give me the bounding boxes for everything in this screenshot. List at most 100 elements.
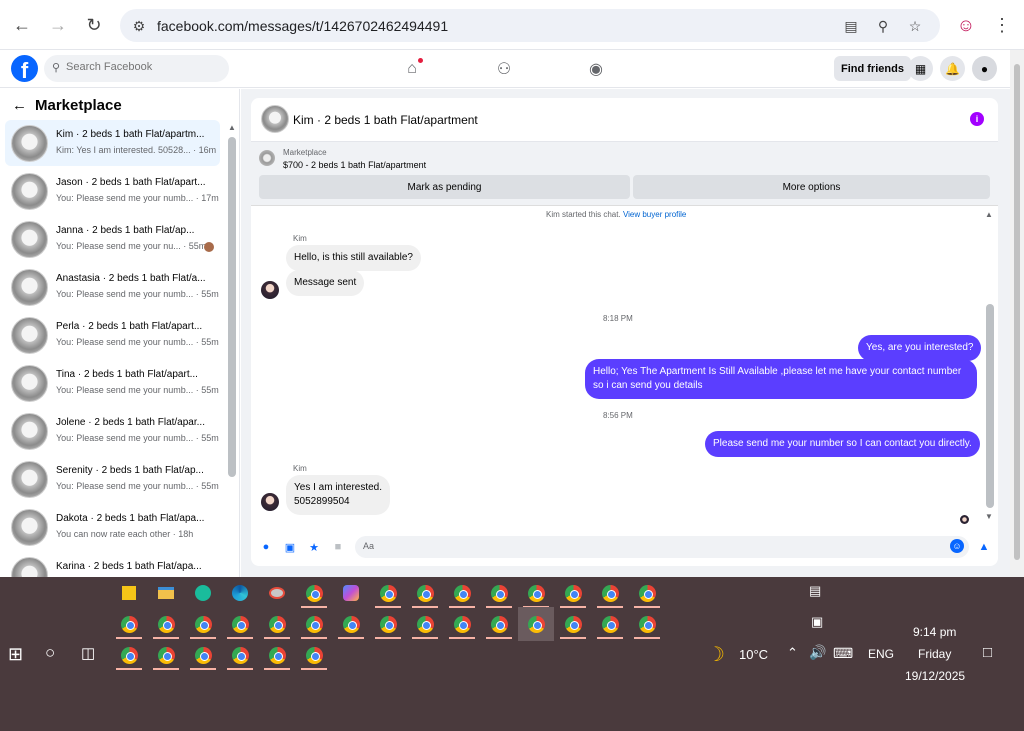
- chrome-icon[interactable]: [374, 579, 402, 608]
- chrome-icon[interactable]: [263, 641, 291, 670]
- chrome-icon[interactable]: [596, 610, 624, 639]
- chrome-icon[interactable]: [226, 641, 254, 670]
- chrome-icon[interactable]: [115, 610, 143, 639]
- friends-icon[interactable]: ⚇: [494, 59, 514, 79]
- search-icon[interactable]: ○: [45, 643, 55, 663]
- chrome-icon[interactable]: [411, 610, 439, 639]
- file-explorer-icon[interactable]: [152, 579, 180, 607]
- menu-grid-icon[interactable]: ▦: [908, 56, 933, 81]
- outgoing-message[interactable]: Please send me your number so I can cont…: [705, 431, 980, 457]
- conversation-item[interactable]: Serenity · 2 beds 1 bath Flat/ap... You:…: [5, 456, 220, 502]
- kim-avatar[interactable]: [261, 281, 279, 299]
- search-box[interactable]: ⚲: [44, 55, 229, 82]
- outgoing-message[interactable]: Hello; Yes The Apartment Is Still Availa…: [585, 359, 977, 399]
- left-scrollbar[interactable]: [228, 137, 236, 477]
- chrome-icon[interactable]: [522, 579, 550, 608]
- clock-date[interactable]: 19/12/2025: [905, 669, 965, 683]
- photo-icon[interactable]: ▣: [282, 539, 298, 555]
- mark-as-pending-button[interactable]: Mark as pending: [259, 175, 630, 199]
- chrome-icon[interactable]: [559, 579, 587, 608]
- emoji-icon[interactable]: ☺: [950, 539, 964, 553]
- message-input[interactable]: Aa ☺: [355, 536, 969, 558]
- zoom-icon[interactable]: ⚲: [874, 17, 892, 35]
- back-arrow-icon[interactable]: ←: [12, 97, 27, 114]
- profile-icon[interactable]: ☺: [954, 13, 978, 37]
- chrome-icon[interactable]: [633, 610, 661, 639]
- listing-price[interactable]: $700 - 2 beds 1 bath Flat/apartment: [283, 160, 426, 170]
- find-friends-button[interactable]: Find friends: [834, 56, 911, 81]
- chrome-icon[interactable]: [263, 610, 291, 639]
- listing-thumbnail[interactable]: [261, 105, 289, 133]
- menu-kebab-icon[interactable]: ⋮: [990, 13, 1014, 37]
- chrome-icon[interactable]: [559, 610, 587, 639]
- chrome-icon[interactable]: [152, 610, 180, 639]
- sticker-icon[interactable]: ★: [306, 539, 322, 555]
- language-indicator[interactable]: ENG: [868, 647, 894, 661]
- more-options-button[interactable]: More options: [633, 175, 990, 199]
- thumbs-up-icon[interactable]: ▲: [976, 539, 992, 555]
- facebook-logo[interactable]: f: [11, 55, 38, 82]
- forward-icon[interactable]: →: [46, 13, 70, 37]
- chrome-icon[interactable]: [189, 610, 217, 639]
- search-input[interactable]: [66, 61, 216, 73]
- scroll-down-arrow-icon[interactable]: ▼: [985, 512, 993, 521]
- conversation-item[interactable]: Perla · 2 beds 1 bath Flat/apart... You:…: [5, 312, 220, 358]
- volume-icon[interactable]: 🔊: [809, 644, 826, 661]
- gif-icon[interactable]: ■: [330, 539, 346, 555]
- chrome-icon[interactable]: [115, 641, 143, 670]
- chrome-icon[interactable]: [485, 579, 513, 608]
- keyboard-icon[interactable]: ⌨: [833, 645, 853, 662]
- qq-icon[interactable]: [189, 579, 217, 607]
- page-scroll-thumb[interactable]: [1014, 64, 1020, 560]
- chrome-icon-active[interactable]: [518, 607, 554, 641]
- incoming-message[interactable]: Message sent: [286, 270, 365, 296]
- bookmark-star-icon[interactable]: ☆: [906, 17, 924, 35]
- conversation-item[interactable]: Janna · 2 beds 1 bath Flat/ap... You: Pl…: [5, 216, 220, 262]
- account-avatar[interactable]: ●: [972, 56, 997, 81]
- chat-scrollbar[interactable]: [986, 304, 994, 508]
- chrome-icon[interactable]: [300, 641, 328, 670]
- notifications-bell-icon[interactable]: 🔔: [940, 56, 965, 81]
- chrome-icon[interactable]: [411, 579, 439, 608]
- chrome-icon[interactable]: [337, 610, 365, 639]
- chrome-icon[interactable]: [300, 579, 328, 608]
- chevron-up-icon[interactable]: ⌃: [787, 645, 798, 661]
- kim-avatar[interactable]: [261, 493, 279, 511]
- chrome-icon[interactable]: [448, 610, 476, 639]
- paint-icon[interactable]: [263, 579, 291, 607]
- chrome-icon[interactable]: [152, 641, 180, 670]
- site-settings-icon[interactable]: ⚙: [130, 17, 148, 35]
- task-view-icon[interactable]: ◫: [81, 644, 95, 662]
- scroll-up-arrow-icon[interactable]: ▲: [228, 123, 236, 132]
- view-buyer-profile-link[interactable]: View buyer profile: [623, 210, 686, 219]
- clock-time[interactable]: 9:14 pm: [913, 625, 956, 639]
- windows-start-icon[interactable]: ⊞: [8, 644, 23, 665]
- conversation-item[interactable]: Jolene · 2 beds 1 bath Flat/apar... You:…: [5, 408, 220, 454]
- chrome-icon[interactable]: [485, 610, 513, 639]
- conversation-item[interactable]: Jason · 2 beds 1 bath Flat/apart... You:…: [5, 168, 220, 214]
- chrome-icon[interactable]: [448, 579, 476, 608]
- incoming-message[interactable]: Hello, is this still available?: [286, 245, 421, 271]
- reload-icon[interactable]: ↻: [82, 13, 106, 37]
- chrome-icon[interactable]: [374, 610, 402, 639]
- conversation-item[interactable]: Anastasia · 2 beds 1 bath Flat/a... You:…: [5, 264, 220, 310]
- conversation-item[interactable]: Karina · 2 beds 1 bath Flat/apa...: [5, 552, 220, 577]
- clock-day[interactable]: Friday: [918, 647, 951, 661]
- chrome-icon[interactable]: [633, 579, 661, 608]
- conversation-item[interactable]: Dakota · 2 beds 1 bath Flat/apa... You c…: [5, 504, 220, 550]
- incoming-message[interactable]: Yes I am interested. 5052899504: [286, 475, 391, 515]
- chrome-icon[interactable]: [300, 610, 328, 639]
- copilot-icon[interactable]: [337, 579, 365, 607]
- conversation-item[interactable]: Kim · 2 beds 1 bath Flat/apartm... Kim: …: [5, 120, 220, 166]
- chat-title[interactable]: Kim · 2 beds 1 bath Flat/apartment: [293, 113, 478, 127]
- chrome-icon[interactable]: [226, 610, 254, 639]
- meet-now-icon[interactable]: ▣: [811, 614, 823, 630]
- outgoing-message[interactable]: Yes, are you interested?: [858, 335, 982, 361]
- scroll-up-arrow-icon[interactable]: ▲: [985, 210, 993, 219]
- install-app-icon[interactable]: ▤: [842, 17, 860, 35]
- notification-center-icon[interactable]: □: [983, 644, 992, 661]
- weather-temp[interactable]: 10°C: [739, 647, 768, 662]
- conversation-item[interactable]: Tina · 2 beds 1 bath Flat/apart... You: …: [5, 360, 220, 406]
- address-bar[interactable]: ⚙ facebook.com/messages/t/14267024624944…: [120, 9, 940, 42]
- sticky-notes-icon[interactable]: [115, 579, 143, 607]
